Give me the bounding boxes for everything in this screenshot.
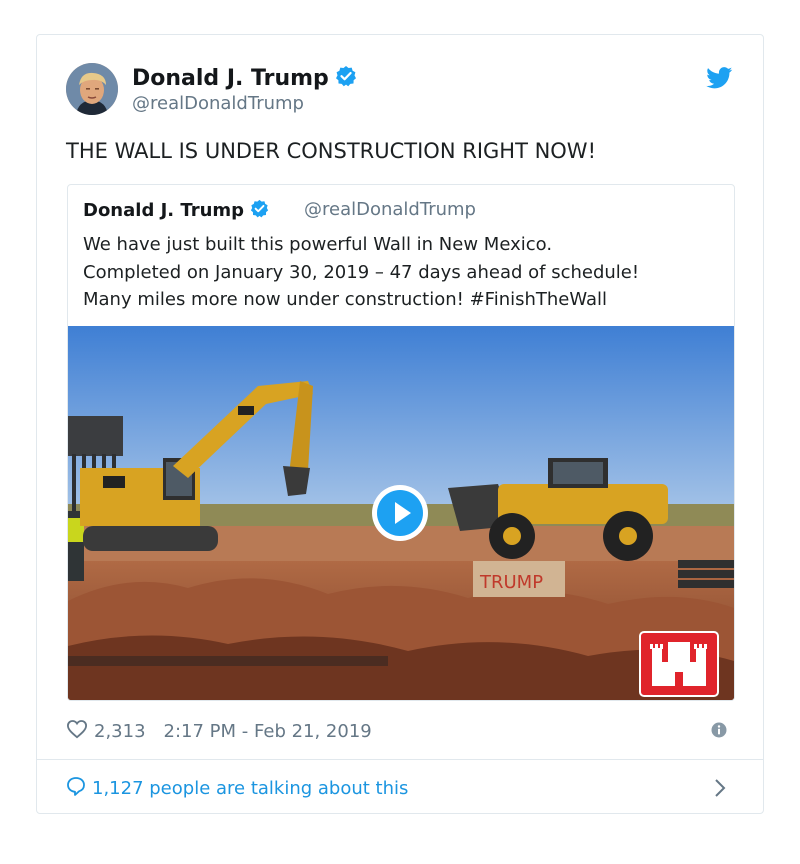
divider <box>37 759 763 760</box>
tweet-card: Donald J. Trump @realDonaldTrump THE WAL… <box>36 34 764 814</box>
quoted-author-handle[interactable]: @realDonaldTrump <box>304 199 476 220</box>
video-player[interactable]: TRUMP <box>68 326 734 700</box>
like-count[interactable]: 2,313 <box>94 721 146 742</box>
quoted-tweet-text: We have just built this powerful Wall in… <box>83 231 733 314</box>
video-sign-text: TRUMP <box>479 572 543 593</box>
tweet-text: THE WALL IS UNDER CONSTRUCTION RIGHT NOW… <box>66 139 596 163</box>
tweet-meta: 2,313 2:17 PM - Feb 21, 2019 <box>66 719 372 743</box>
twitter-bird-icon[interactable] <box>706 67 733 93</box>
conversation-text[interactable]: 1,127 people are talking about this <box>92 778 408 799</box>
verified-badge-icon <box>335 65 357 93</box>
quoted-text-line: Completed on January 30, 2019 – 47 days … <box>83 261 640 283</box>
heart-icon[interactable] <box>66 719 88 744</box>
avatar-image <box>66 63 118 115</box>
conversation-link[interactable]: 1,127 people are talking about this <box>66 776 408 801</box>
quoted-author-name[interactable]: Donald J. Trump <box>83 199 269 223</box>
quoted-author-name-text[interactable]: Donald J. Trump <box>83 200 244 221</box>
author-name-text[interactable]: Donald J. Trump <box>132 66 329 91</box>
play-icon[interactable] <box>370 483 430 547</box>
author-avatar[interactable] <box>66 63 118 115</box>
author-handle[interactable]: @realDonaldTrump <box>132 93 304 114</box>
quoted-tweet[interactable]: Donald J. Trump @realDonaldTrump We have… <box>67 184 735 701</box>
speech-bubble-icon <box>66 776 86 801</box>
info-icon[interactable] <box>711 722 727 742</box>
verified-badge-icon <box>250 199 269 223</box>
chevron-right-icon[interactable] <box>713 777 727 803</box>
quoted-text-line: We have just built this powerful Wall in… <box>83 234 553 255</box>
author-name[interactable]: Donald J. Trump <box>132 65 357 93</box>
quoted-text-line: Many miles more now under construction! … <box>83 289 608 310</box>
tweet-timestamp[interactable]: 2:17 PM - Feb 21, 2019 <box>164 721 372 742</box>
